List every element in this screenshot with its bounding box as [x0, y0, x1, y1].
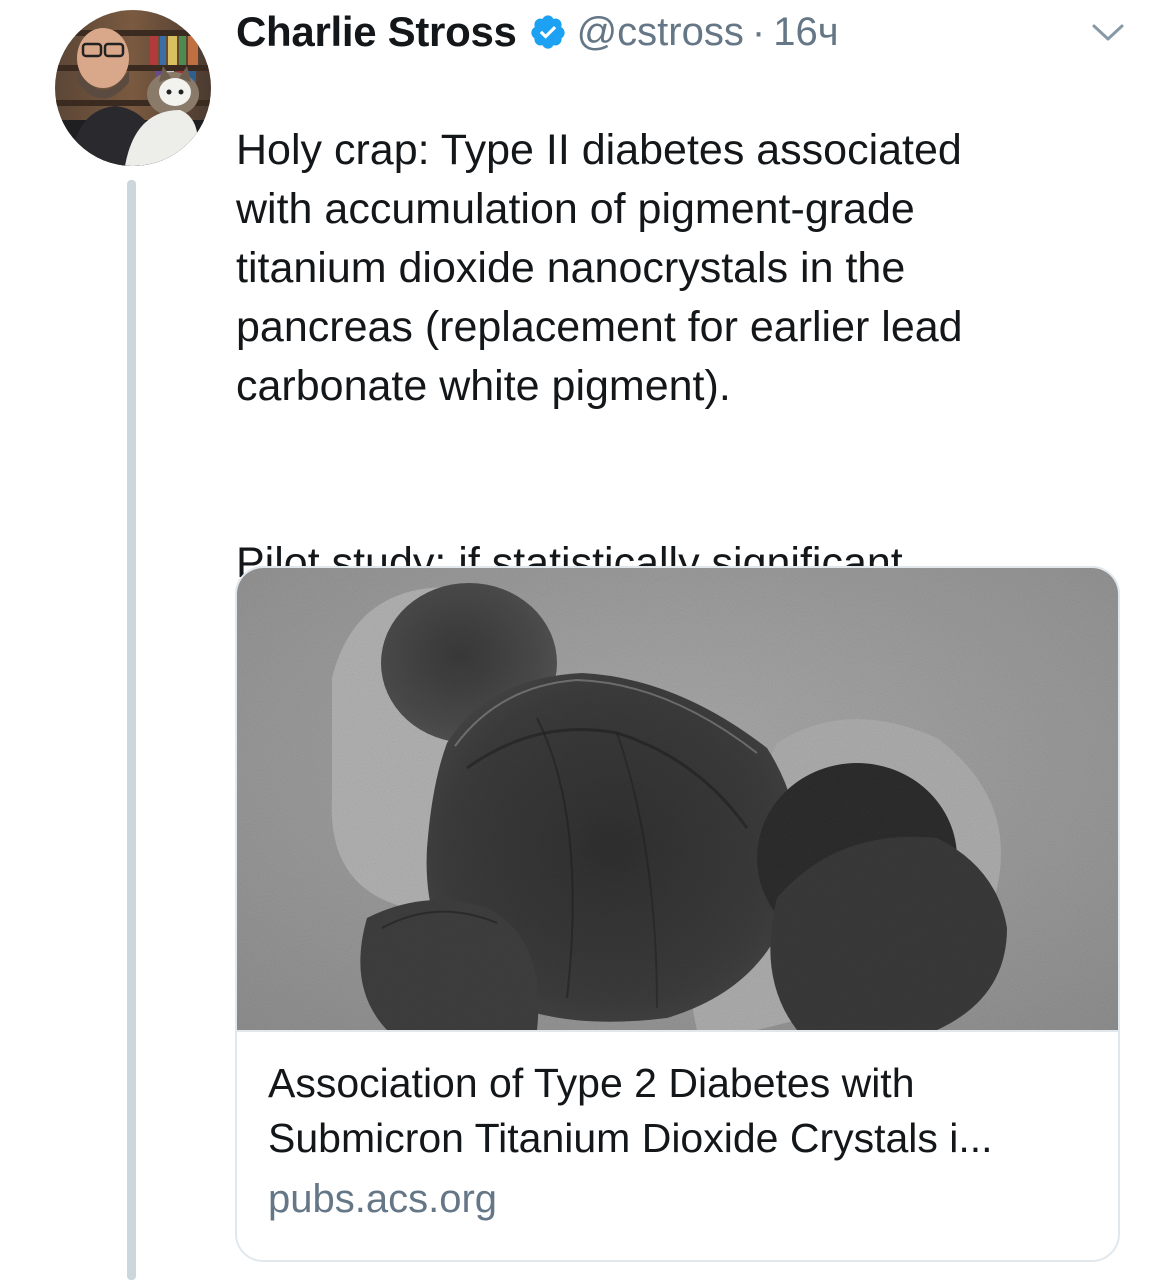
tweet-header: Charlie Stross @cstross · 16ч: [236, 6, 839, 58]
avatar[interactable]: [55, 10, 211, 166]
card-divider: [237, 1030, 1118, 1032]
tweet-text-paragraph: Holy crap: Type II diabetes associated w…: [236, 126, 963, 410]
thread-connector-line: [127, 180, 136, 1280]
card-domain[interactable]: pubs.acs.org: [268, 1174, 497, 1224]
card-title[interactable]: Association of Type 2 Diabetes with Subm…: [268, 1056, 1098, 1166]
verified-badge-icon: [529, 13, 567, 51]
separator-dot: ·: [751, 9, 766, 54]
electron-micrograph-image: [237, 568, 1118, 1030]
author-handle[interactable]: @cstross: [577, 10, 744, 55]
link-preview-card[interactable]: Association of Type 2 Diabetes with Subm…: [235, 566, 1120, 1262]
chevron-down-icon[interactable]: [1088, 18, 1128, 46]
author-name[interactable]: Charlie Stross: [236, 8, 517, 56]
tweet-timestamp[interactable]: 16ч: [773, 10, 838, 55]
avatar-image: [55, 10, 211, 166]
